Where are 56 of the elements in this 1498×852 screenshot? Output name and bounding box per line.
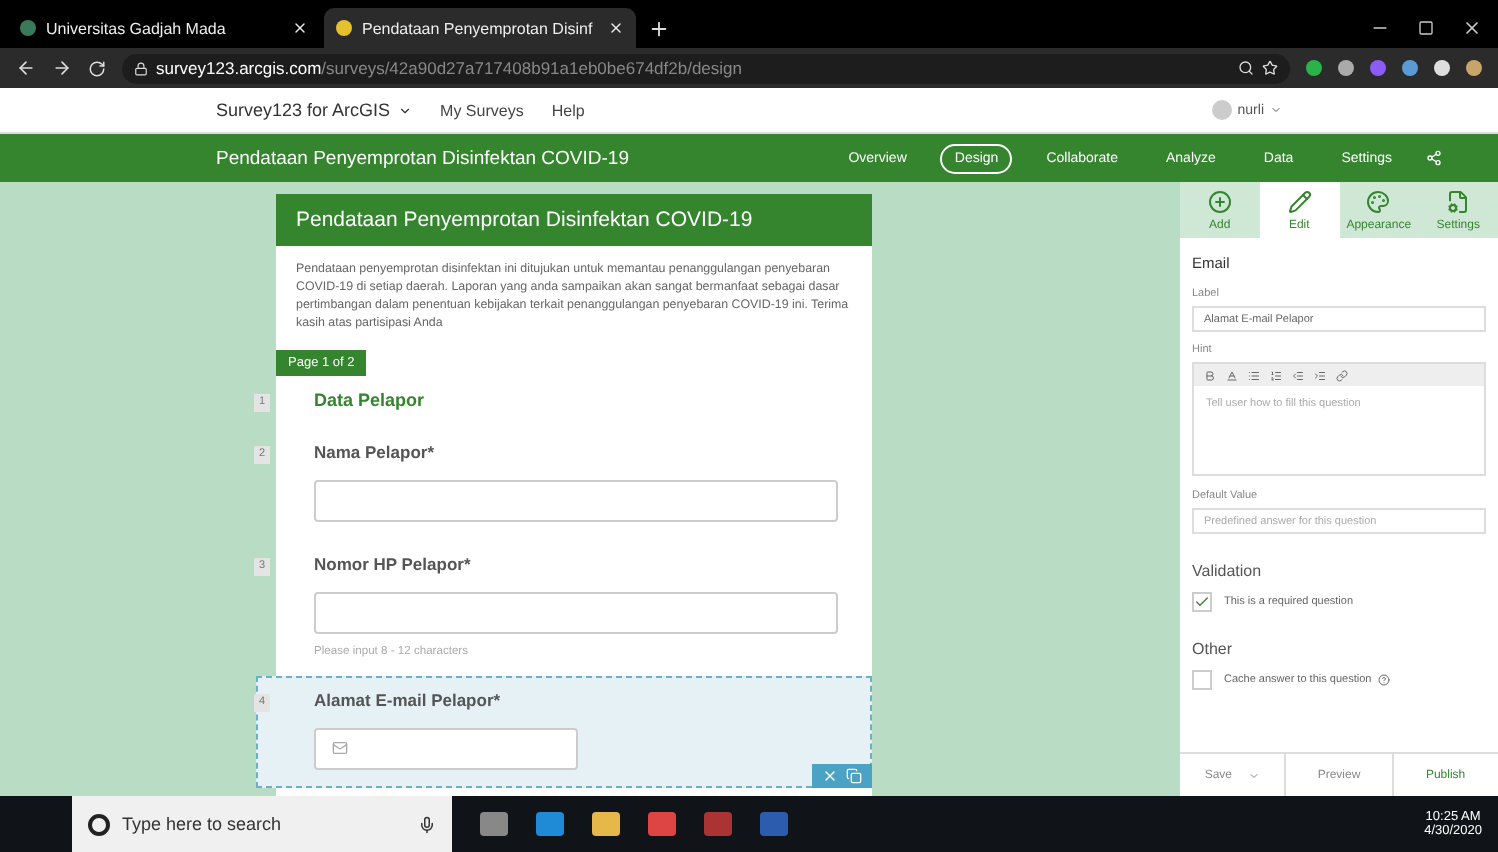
- caret-icon: [1270, 104, 1282, 116]
- help-icon[interactable]: [1377, 674, 1390, 686]
- checkbox[interactable]: [1192, 592, 1212, 612]
- checkbox[interactable]: [1192, 670, 1212, 690]
- favicon-icon: [20, 20, 36, 36]
- pencil-icon: [1287, 190, 1312, 214]
- close-icon[interactable]: [608, 20, 624, 36]
- add-icon: [1207, 190, 1232, 214]
- favicon-icon: [336, 20, 352, 36]
- tab-title: Universitas Gadjah Mada: [46, 19, 228, 37]
- new-tab-icon[interactable]: [648, 18, 670, 40]
- caret-icon: [1248, 769, 1260, 781]
- outdent-icon[interactable]: [1292, 369, 1304, 381]
- email-field[interactable]: [314, 727, 578, 770]
- settings-icon: [1446, 190, 1471, 214]
- tab-title: Pendataan Penyemprotan Disinf: [362, 19, 595, 37]
- forward-icon[interactable]: [52, 58, 72, 78]
- survey-title: Pendataan Penyemprotan Disinfektan COVID-19: [216, 147, 629, 169]
- caret-icon: [398, 103, 413, 117]
- reload-icon[interactable]: [88, 59, 106, 77]
- text-color-icon[interactable]: [1226, 369, 1238, 381]
- back-icon[interactable]: [16, 58, 36, 78]
- copy-icon[interactable]: [846, 767, 862, 784]
- microphone-icon[interactable]: [418, 815, 436, 833]
- numbered-list-icon[interactable]: [1270, 369, 1282, 381]
- search-icon[interactable]: [1238, 60, 1254, 76]
- indent-icon[interactable]: [1314, 369, 1326, 381]
- star-icon[interactable]: [1262, 60, 1278, 76]
- close-icon[interactable]: [1462, 18, 1482, 38]
- avatar-icon: [1211, 100, 1232, 120]
- bullet-list-icon[interactable]: [1248, 369, 1260, 381]
- cortana-icon: [88, 813, 110, 835]
- address-bar[interactable]: survey123.arcgis.com/surveys/42a90d27a717408b91a1eb0be674df2b/design: [122, 53, 1290, 83]
- maximize-icon[interactable]: [1418, 20, 1434, 36]
- share-icon[interactable]: [1426, 150, 1442, 166]
- section-heading: Data Pelapor: [314, 389, 427, 410]
- mail-icon: [332, 740, 348, 757]
- menu-link[interactable]: Help: [551, 101, 585, 119]
- section-title: Validation: [1192, 562, 1264, 580]
- question-label: Nomor HP Pelapor*: [314, 553, 473, 574]
- section-title: Other: [1192, 640, 1235, 658]
- lock-icon: [134, 61, 148, 75]
- browser-tab[interactable]: Pendataan Penyemprotan Disinf: [324, 8, 636, 48]
- link-icon[interactable]: [1336, 369, 1348, 381]
- menu-link[interactable]: My Surveys: [440, 101, 524, 119]
- profile-avatar[interactable]: [1466, 60, 1482, 76]
- question-label: Alamat E-mail Pelapor*: [314, 689, 503, 710]
- input-field[interactable]: [314, 479, 838, 522]
- form-title: Pendataan Penyemprotan Disinfektan COVID-19: [276, 194, 872, 246]
- product-menu[interactable]: Survey123 for ArcGIS: [216, 100, 413, 120]
- input-field[interactable]: [314, 591, 838, 634]
- taskbar-search[interactable]: Type here to search: [72, 796, 452, 852]
- palette-icon: [1366, 190, 1391, 214]
- close-icon[interactable]: [292, 20, 308, 36]
- question-label: Nama Pelapor*: [314, 441, 436, 462]
- bold-icon[interactable]: [1204, 369, 1216, 381]
